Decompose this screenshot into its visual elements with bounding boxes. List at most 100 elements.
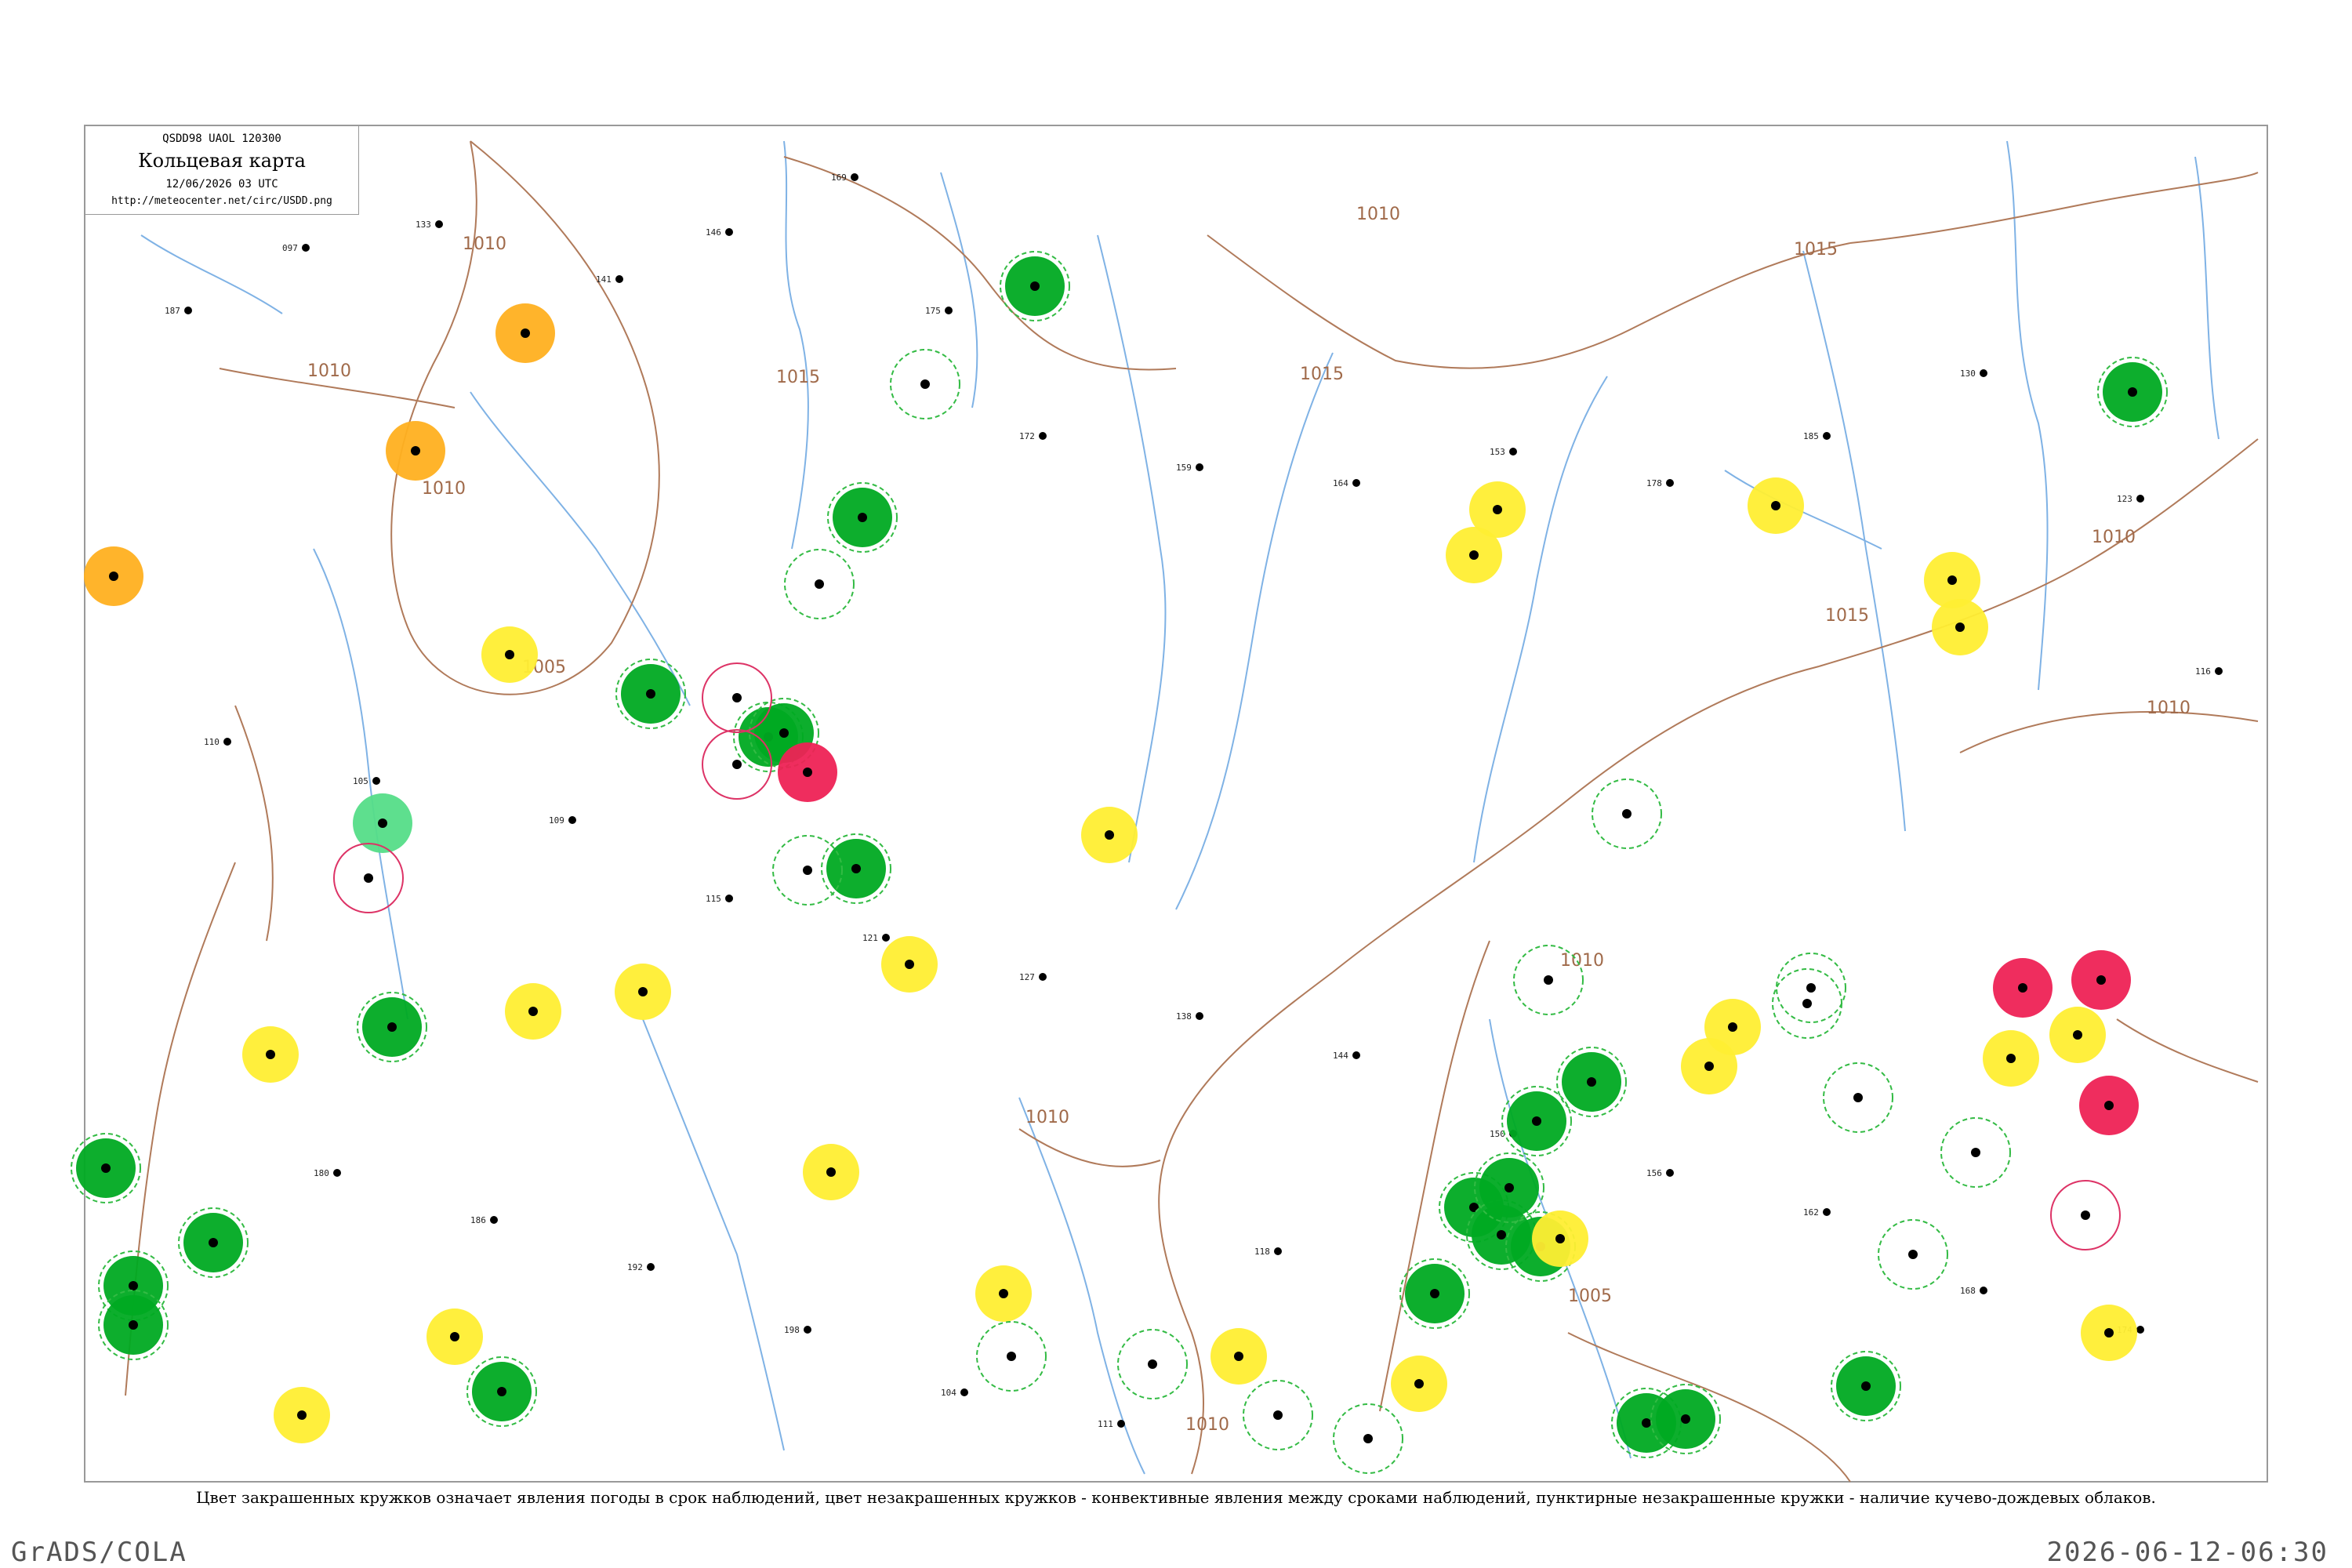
station-dot [1728, 1022, 1737, 1032]
station-dot [1861, 1381, 1871, 1391]
station-pressure-label: 159 [1176, 463, 1192, 473]
station-dot [905, 960, 914, 969]
weather-marker-cb-only [1776, 953, 1846, 1023]
synoptic-map: 1010 1010 1010 1015 1015 1015 1015 1010 … [71, 125, 2268, 1483]
station-dot [882, 934, 890, 942]
station-dot [1196, 463, 1203, 471]
station-dot [2128, 387, 2137, 397]
station-dot [1908, 1250, 1918, 1259]
station-pressure-label: 156 [1646, 1168, 1662, 1178]
weather-marker-rain-shower [426, 1308, 483, 1365]
station-dot [638, 987, 648, 996]
station-pressure-label: 141 [596, 274, 612, 285]
station-dot [387, 1022, 397, 1032]
station-dot [435, 220, 443, 228]
station-dot [1273, 1410, 1283, 1420]
isobar-label: 1005 [1568, 1287, 1612, 1306]
weather-marker-rain-shower [481, 626, 538, 683]
station-dot [378, 818, 387, 828]
station-dot [1980, 1287, 1987, 1294]
station-dot [101, 1163, 111, 1173]
station-pressure-label: 146 [706, 227, 721, 238]
weather-marker-rain-shower [2081, 1305, 2137, 1361]
isobar-label: 1015 [1794, 240, 1838, 260]
station-dot [1853, 1093, 1863, 1102]
weather-marker-cb-only [1772, 968, 1842, 1039]
station-dot [2136, 1326, 2144, 1334]
weather-marker-rain-shower [274, 1387, 330, 1443]
isobar-label: 1010 [1356, 205, 1400, 224]
isobar-label: 1010 [1185, 1415, 1229, 1435]
weather-marker-rain-shower [1210, 1328, 1267, 1385]
bulletin-code: QSDD98 UAOL 120300 [162, 132, 281, 145]
weather-marker-thunderstorm [615, 659, 686, 729]
weather-marker-rain-shower [803, 1144, 859, 1200]
station-dot [1039, 432, 1047, 440]
station-dot [364, 873, 373, 883]
station-dot [1971, 1148, 1980, 1157]
station-dot [851, 864, 861, 873]
station-pressure-label: 144 [1333, 1051, 1348, 1061]
station-dot [490, 1216, 498, 1224]
station-dot [1363, 1434, 1373, 1443]
weather-marker-rain-moderate [84, 546, 143, 606]
map-header: QSDD98 UAOL 120300 Кольцевая карта 12/06… [85, 125, 359, 215]
station-pressure-label: 186 [470, 1215, 486, 1225]
station-pressure-label: 116 [2195, 666, 2211, 677]
station-pressure-label: 110 [204, 737, 220, 747]
isobar-label: 1010 [2147, 699, 2190, 718]
station-dot [1587, 1077, 1596, 1087]
station-dot [815, 579, 824, 589]
weather-marker-thunderstorm [98, 1290, 169, 1360]
station-dot [999, 1289, 1008, 1298]
station-dot [1234, 1352, 1243, 1361]
station-dot [1666, 479, 1674, 487]
station-dot [1771, 501, 1780, 510]
station-dot [804, 1326, 811, 1334]
station-dot [1642, 1418, 1651, 1428]
station-dot [1274, 1247, 1282, 1255]
station-pressure-label: 133 [416, 220, 431, 230]
map-date: 12/06/2026 03 UTC [165, 178, 278, 191]
isobar-label: 1010 [307, 361, 351, 381]
station-dot [2136, 495, 2144, 503]
station-pressure-label: 187 [165, 306, 180, 316]
station-pressure-label: 138 [1176, 1011, 1192, 1022]
weather-marker-heavy-precip [1993, 958, 2053, 1018]
weather-marker-thunderstorm [1501, 1086, 1572, 1156]
station-pressure-label: 172 [1019, 431, 1035, 441]
weather-marker-convective [333, 843, 404, 913]
weather-marker-cb-only [784, 549, 855, 619]
station-dot [223, 738, 231, 746]
station-dot [411, 446, 420, 456]
weather-marker-thunderstorm [2097, 357, 2168, 427]
weather-marker-cb-only [976, 1321, 1047, 1392]
weather-marker-thunderstorm [821, 833, 891, 904]
weather-markers [71, 251, 2168, 1474]
station-dot [372, 777, 380, 785]
station-pressure-label: 127 [1019, 972, 1035, 982]
station-dot [1681, 1414, 1690, 1424]
weather-marker-thunderstorm [1474, 1152, 1544, 1223]
station-dot [1980, 369, 1987, 377]
station-dot [945, 307, 953, 314]
weather-marker-rain-shower [881, 936, 938, 993]
station-pressure-label: 185 [1803, 431, 1819, 441]
station-dot [1806, 983, 1816, 993]
weather-marker-rain-shower [1081, 807, 1138, 863]
weather-marker-thunderstorm [1399, 1258, 1470, 1329]
station-dot [960, 1388, 968, 1396]
station-dot [826, 1167, 836, 1177]
station-dot [2073, 1030, 2082, 1040]
weather-marker-cb-only [1823, 1062, 1893, 1133]
station-dot [1414, 1379, 1424, 1388]
weather-marker-cb-only [1592, 779, 1662, 849]
station-pressure-label: 175 [925, 306, 941, 316]
isobar-label: 1010 [1560, 951, 1604, 971]
station-dot [1469, 550, 1479, 560]
station-dot [1007, 1352, 1016, 1361]
station-dot [2104, 1328, 2114, 1338]
station-dot [1196, 1012, 1203, 1020]
weather-marker-thunderstorm [71, 1133, 141, 1203]
station-dot [521, 328, 530, 338]
